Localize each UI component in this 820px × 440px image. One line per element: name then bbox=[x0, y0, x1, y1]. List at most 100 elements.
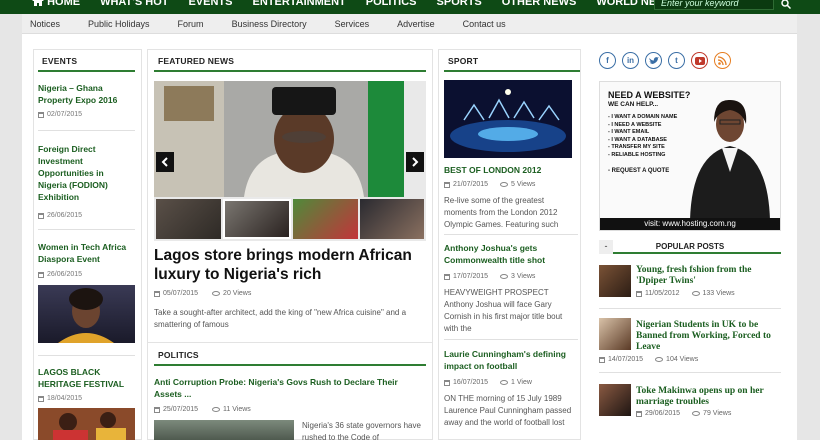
event-title[interactable]: Women in Tech Africa Diaspora Event bbox=[38, 241, 134, 265]
politics-excerpt: Nigeria's 36 state governors have rushed… bbox=[302, 421, 421, 440]
slider-thumbnail[interactable] bbox=[293, 199, 358, 239]
twitter-bird-icon bbox=[648, 56, 659, 64]
featured-slide-image bbox=[154, 81, 426, 197]
popular-post-date: 11/05/2012 bbox=[645, 290, 680, 297]
popular-post-image[interactable] bbox=[599, 318, 631, 350]
slider-next-button[interactable] bbox=[406, 152, 424, 172]
event-image[interactable] bbox=[38, 285, 135, 343]
politics-heading: POLITICS bbox=[154, 350, 426, 366]
popular-post-date: 29/06/2015 bbox=[645, 410, 681, 417]
calendar-icon bbox=[599, 356, 605, 363]
linkedin-icon[interactable]: in bbox=[622, 52, 639, 69]
event-title[interactable]: LAGOS BLACK HERITAGE FESTIVAL bbox=[38, 366, 134, 390]
secnav-advertise[interactable]: Advertise bbox=[390, 14, 442, 33]
slider-thumbnail[interactable] bbox=[222, 199, 291, 239]
hosting-advert[interactable]: NEED A WEBSITE? WE CAN HELP... - I WANT … bbox=[599, 81, 781, 231]
nav-other-news[interactable]: OTHER NEWS bbox=[492, 0, 587, 10]
search-button[interactable] bbox=[776, 0, 796, 12]
sport-excerpt: ON THE morning of 15 July 1989 Laurence … bbox=[444, 394, 572, 427]
event-date: 02/07/2015 bbox=[38, 111, 82, 118]
featured-meta: 05/07/2015 20 Views bbox=[154, 290, 251, 297]
secnav-services[interactable]: Services bbox=[328, 14, 377, 33]
politics-article-title[interactable]: Anti Corruption Probe: Nigeria's Govs Ru… bbox=[154, 376, 426, 400]
nav-events[interactable]: EVENTS bbox=[178, 0, 242, 10]
popular-post-views: 104 Views bbox=[666, 356, 699, 363]
calendar-icon bbox=[444, 273, 450, 280]
search-input[interactable]: Enter your keyword bbox=[654, 0, 774, 10]
politics-date: 25/07/2015 bbox=[163, 406, 199, 413]
sport-meta: 16/07/2015 1 View bbox=[444, 379, 532, 386]
calendar-icon bbox=[38, 271, 44, 278]
event-image[interactable] bbox=[38, 408, 135, 440]
search-icon bbox=[781, 0, 791, 9]
youtube-play-icon bbox=[694, 56, 705, 65]
secnav-forum[interactable]: Forum bbox=[171, 14, 211, 33]
popular-post-title[interactable]: Toke Makinwa opens up on her marriage tr… bbox=[636, 386, 781, 408]
slider-prev-button[interactable] bbox=[156, 152, 174, 172]
ad-list-item: - I WANT A DATABASE bbox=[608, 136, 667, 143]
sport-article-title[interactable]: BEST OF LONDON 2012 bbox=[444, 164, 578, 176]
divider bbox=[38, 355, 135, 356]
event-title[interactable]: Foreign Direct Investment Opportunities … bbox=[38, 143, 134, 203]
facebook-icon[interactable]: f bbox=[599, 52, 616, 69]
popular-post-meta: 11/05/2012 133 Views bbox=[636, 290, 735, 297]
sport-heading: SPORT bbox=[444, 56, 580, 72]
popular-post-title[interactable]: Nigerian Students in UK to be Banned fro… bbox=[636, 320, 781, 353]
collapse-toggle[interactable]: - bbox=[599, 240, 613, 254]
views-icon bbox=[500, 274, 509, 279]
sport-meta: 21/07/2015 5 Views bbox=[444, 181, 535, 188]
secnav-public-holidays[interactable]: Public Holidays bbox=[81, 14, 157, 33]
sport-image[interactable] bbox=[444, 80, 572, 158]
ad-list-item: - RELIABLE HOSTING bbox=[608, 151, 666, 158]
sport-article-title[interactable]: Laurie Cunningham's defining impact on f… bbox=[444, 348, 578, 372]
calendar-icon bbox=[154, 406, 160, 413]
slider-thumbnail[interactable] bbox=[359, 199, 424, 239]
popular-post-image[interactable] bbox=[599, 265, 631, 297]
views-icon bbox=[655, 357, 664, 362]
divider bbox=[444, 339, 578, 340]
calendar-icon bbox=[444, 181, 450, 188]
tumblr-icon[interactable]: t bbox=[668, 52, 685, 69]
politics-meta: 25/07/2015 11 Views bbox=[154, 406, 251, 413]
ad-heading: NEED A WEBSITE? bbox=[608, 90, 691, 100]
nav-home[interactable]: HOME bbox=[22, 0, 90, 10]
event-date-text: 26/06/2015 bbox=[47, 271, 83, 278]
rss-icon[interactable] bbox=[714, 52, 731, 69]
event-date-text: 18/04/2015 bbox=[47, 395, 83, 402]
politics-image[interactable] bbox=[154, 420, 294, 440]
ad-list: - I WANT A DOMAIN NAME - I NEED A WEBSIT… bbox=[608, 114, 677, 159]
twitter-icon[interactable] bbox=[645, 52, 662, 69]
popular-post-views: 79 Views bbox=[703, 410, 732, 417]
nav-politics[interactable]: POLITICS bbox=[356, 0, 427, 10]
event-date-text: 26/06/2015 bbox=[47, 212, 83, 219]
ad-subheading: WE CAN HELP... bbox=[608, 101, 659, 108]
slider-thumbnail[interactable] bbox=[156, 199, 221, 239]
sport-excerpt: Re-live some of the greatest moments fro… bbox=[444, 196, 559, 229]
secnav-notices[interactable]: Notices bbox=[22, 14, 67, 33]
nav-sports[interactable]: SPORTS bbox=[427, 0, 492, 10]
popular-post-image[interactable] bbox=[599, 384, 631, 416]
popular-post-title[interactable]: Young, fresh fshion from the 'Dpiper Twi… bbox=[636, 265, 781, 287]
featured-article-title[interactable]: Lagos store brings modern African luxury… bbox=[154, 246, 426, 284]
nav-whats-hot[interactable]: WHAT'S HOT bbox=[90, 0, 178, 10]
divider bbox=[599, 308, 781, 309]
politics-views: 11 Views bbox=[223, 406, 251, 413]
secnav-business-directory[interactable]: Business Directory bbox=[225, 14, 314, 33]
nav-home-label: HOME bbox=[47, 0, 81, 8]
nav-entertainment[interactable]: ENTERTAINMENT bbox=[242, 0, 355, 10]
divider bbox=[38, 130, 135, 131]
main-menu: HOME WHAT'S HOT EVENTS ENTERTAINMENT POL… bbox=[22, 0, 684, 10]
event-title[interactable]: Nigeria – Ghana Property Expo 2016 bbox=[38, 82, 134, 106]
calendar-icon bbox=[38, 212, 44, 219]
businesswoman-image bbox=[690, 99, 770, 220]
calendar-icon bbox=[38, 111, 44, 118]
featured-slider[interactable] bbox=[154, 81, 426, 241]
secnav-contact-us[interactable]: Contact us bbox=[456, 14, 513, 33]
ad-cta: - REQUEST A QUOTE bbox=[608, 168, 670, 174]
event-date: 26/06/2015 bbox=[38, 212, 82, 219]
youtube-icon[interactable] bbox=[691, 52, 708, 69]
event-date-text: 02/07/2015 bbox=[47, 111, 83, 118]
ad-footer: visit: www.hosting.com.ng bbox=[600, 218, 780, 230]
sport-article-title[interactable]: Anthony Joshua's gets Commonwealth title… bbox=[444, 242, 578, 266]
featured-views: 20 Views bbox=[223, 290, 252, 297]
